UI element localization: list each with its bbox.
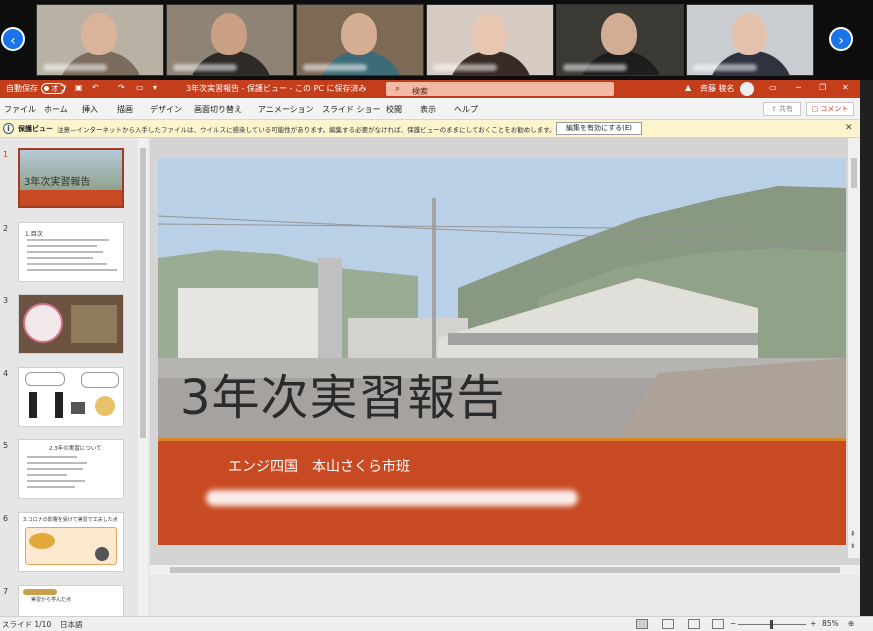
participant-video-6[interactable] (686, 4, 814, 76)
slide-title: 3年次実習報告 (180, 370, 506, 426)
minimize-icon[interactable]: ─ (796, 83, 801, 92)
close-icon[interactable]: ✕ (842, 83, 849, 92)
video-participant-strip: ‹ › (0, 0, 873, 80)
participant-video-4[interactable] (426, 4, 554, 76)
slide-editing-area: 3年次実習報告 エンジ四国 本山さくら市班 ⇞ ⇟ (150, 138, 860, 616)
reading-view-icon[interactable] (688, 619, 700, 629)
slide-subtitle-band: エンジ四国 本山さくら市班 (158, 438, 846, 545)
participant-video-5[interactable] (556, 4, 684, 76)
autosave-toggle[interactable]: オフ (41, 83, 67, 94)
thumbnail-number: 7 (3, 587, 9, 596)
normal-view-icon[interactable] (636, 619, 648, 629)
tab-transitions[interactable]: 画面切り替え (194, 104, 242, 115)
slide-thumbnail-4[interactable] (18, 367, 124, 427)
thumbnail-number: 5 (3, 441, 9, 450)
comment-label: コメント (820, 105, 849, 113)
slide-vertical-scrollbar[interactable]: ⇞ ⇟ (848, 138, 860, 558)
slide-subtitle: エンジ四国 本山さくら市班 (228, 459, 410, 475)
slide-thumbnail-5[interactable]: 2.3年の実習について (18, 439, 124, 499)
restore-icon[interactable]: ❐ (819, 83, 826, 92)
warning-icon: ▲ (685, 83, 692, 92)
slide-show-icon[interactable] (712, 619, 724, 629)
autosave-state: オフ (51, 84, 67, 93)
tab-help[interactable]: ヘルプ (454, 104, 478, 115)
thumbnail-number: 6 (3, 514, 9, 523)
autosave-label: 自動保存 (6, 84, 38, 93)
thumbnail-title: 1.目次 (25, 231, 43, 238)
tab-draw[interactable]: 描画 (117, 104, 133, 115)
notes-pane[interactable] (150, 575, 860, 616)
enable-editing-button[interactable]: 編集を有効にする(E) (556, 122, 642, 135)
thumbnail-number: 3 (3, 296, 9, 305)
slide-thumbnail-1[interactable]: 3年次実習報告 (18, 148, 124, 208)
thumbnail-title: 実習から学んだ点 (31, 597, 72, 603)
thumbnail-scrollbar[interactable] (138, 138, 148, 616)
protected-view-message: 注意—インターネットから入手したファイルは、ウイルスに感染している可能性がありま… (57, 126, 556, 134)
zoom-in-icon[interactable]: + (810, 619, 816, 628)
zoom-level[interactable]: 85% (822, 619, 839, 628)
participant-video-2[interactable] (166, 4, 294, 76)
comment-button[interactable]: ▢ コメント (806, 102, 854, 116)
slide-thumbnail-7[interactable]: 実習から学んだ点 (18, 585, 124, 616)
slide-thumbnail-2[interactable]: 1.目次 (18, 222, 124, 282)
share-button[interactable]: ⇪ 共有 (763, 102, 801, 116)
info-icon: i (3, 123, 14, 134)
protected-view-label: 保護ビュー (18, 125, 53, 133)
slide-sorter-icon[interactable] (662, 619, 674, 629)
participant-video-3[interactable] (296, 4, 424, 76)
next-participants-button[interactable]: › (829, 27, 853, 51)
avatar[interactable] (740, 82, 754, 96)
ribbon-display-options-icon[interactable]: ▭ (769, 83, 777, 92)
current-slide[interactable]: 3年次実習報告 エンジ四国 本山さくら市班 (158, 158, 846, 545)
status-bar: スライド 1/10 日本語 − + 85% ⊕ (0, 616, 873, 631)
thumbnail-title: 2.3年の実習について (49, 446, 102, 452)
zoom-out-icon[interactable]: − (730, 619, 736, 628)
slide-indicator: スライド 1/10 (2, 620, 52, 629)
zoom-slider-handle[interactable] (770, 620, 773, 629)
tab-animations[interactable]: アニメーション (258, 104, 314, 115)
slide-thumbnail-3[interactable] (18, 294, 124, 354)
thumbnail-number: 4 (3, 369, 9, 378)
tab-home[interactable]: ホーム (44, 104, 68, 115)
tab-insert[interactable]: 挿入 (82, 104, 98, 115)
customize-toolbar-icon[interactable]: ▾ (153, 83, 157, 92)
powerpoint-title-bar: 自動保存 オフ ▣ ↶ ↷ ▭ ▾ 3年次実習報告 - 保護ビュー - この P… (0, 80, 860, 98)
thumbnail-number: 1 (3, 150, 9, 159)
thumbnail-title: 3年次実習報告 (24, 177, 91, 188)
accent-rule (158, 438, 846, 441)
fit-to-window-icon[interactable]: ⊕ (848, 619, 854, 628)
present-icon[interactable]: ▭ (136, 83, 144, 92)
tab-file[interactable]: ファイル (4, 104, 36, 115)
slide-thumbnail-pane: 1 3年次実習報告 2 1.目次 3 4 5 2.3年の実習について 6 3.コ… (0, 138, 150, 616)
search-placeholder: 検索 (412, 87, 428, 96)
tab-review[interactable]: 校閲 (386, 104, 402, 115)
next-slide-icon[interactable]: ⇟ (850, 542, 856, 550)
search-input[interactable]: ⌕ 検索 (386, 82, 614, 96)
window-title: 3年次実習報告 - 保護ビュー - この PC に保存済み (186, 84, 367, 93)
slide-horizontal-scrollbar[interactable] (150, 565, 860, 575)
share-label: 共有 (779, 105, 794, 113)
tab-view[interactable]: 表示 (420, 104, 436, 115)
window-edge (860, 80, 873, 616)
ribbon-tabs: ファイル ホーム 挿入 描画 デザイン 画面切り替え アニメーション スライド … (0, 98, 860, 120)
thumbnail-number: 2 (3, 224, 9, 233)
search-icon: ⌕ (395, 84, 401, 94)
tab-slide-show[interactable]: スライド ショー (322, 104, 381, 115)
slide-thumbnail-6[interactable]: 3.コロナの影響を受けて実習で工夫した点 (18, 512, 124, 572)
participant-video-1[interactable] (36, 4, 164, 76)
language-indicator[interactable]: 日本語 (60, 619, 83, 630)
previous-participants-button[interactable]: ‹ (1, 27, 25, 51)
tab-design[interactable]: デザイン (150, 104, 182, 115)
close-icon[interactable]: ✕ (845, 123, 853, 133)
user-name[interactable]: 斉藤 稜名 (700, 83, 735, 94)
undo-icon[interactable]: ↶ (92, 83, 99, 92)
thumbnail-title: 3.コロナの影響を受けて実習で工夫した点 (23, 517, 118, 523)
save-icon[interactable]: ▣ (75, 83, 83, 92)
blurred-member-names (206, 490, 578, 506)
protected-view-bar: i 保護ビュー 注意—インターネットから入手したファイルは、ウイルスに感染してい… (0, 120, 860, 138)
redo-icon[interactable]: ↷ (118, 83, 125, 92)
previous-slide-icon[interactable]: ⇞ (850, 530, 856, 538)
